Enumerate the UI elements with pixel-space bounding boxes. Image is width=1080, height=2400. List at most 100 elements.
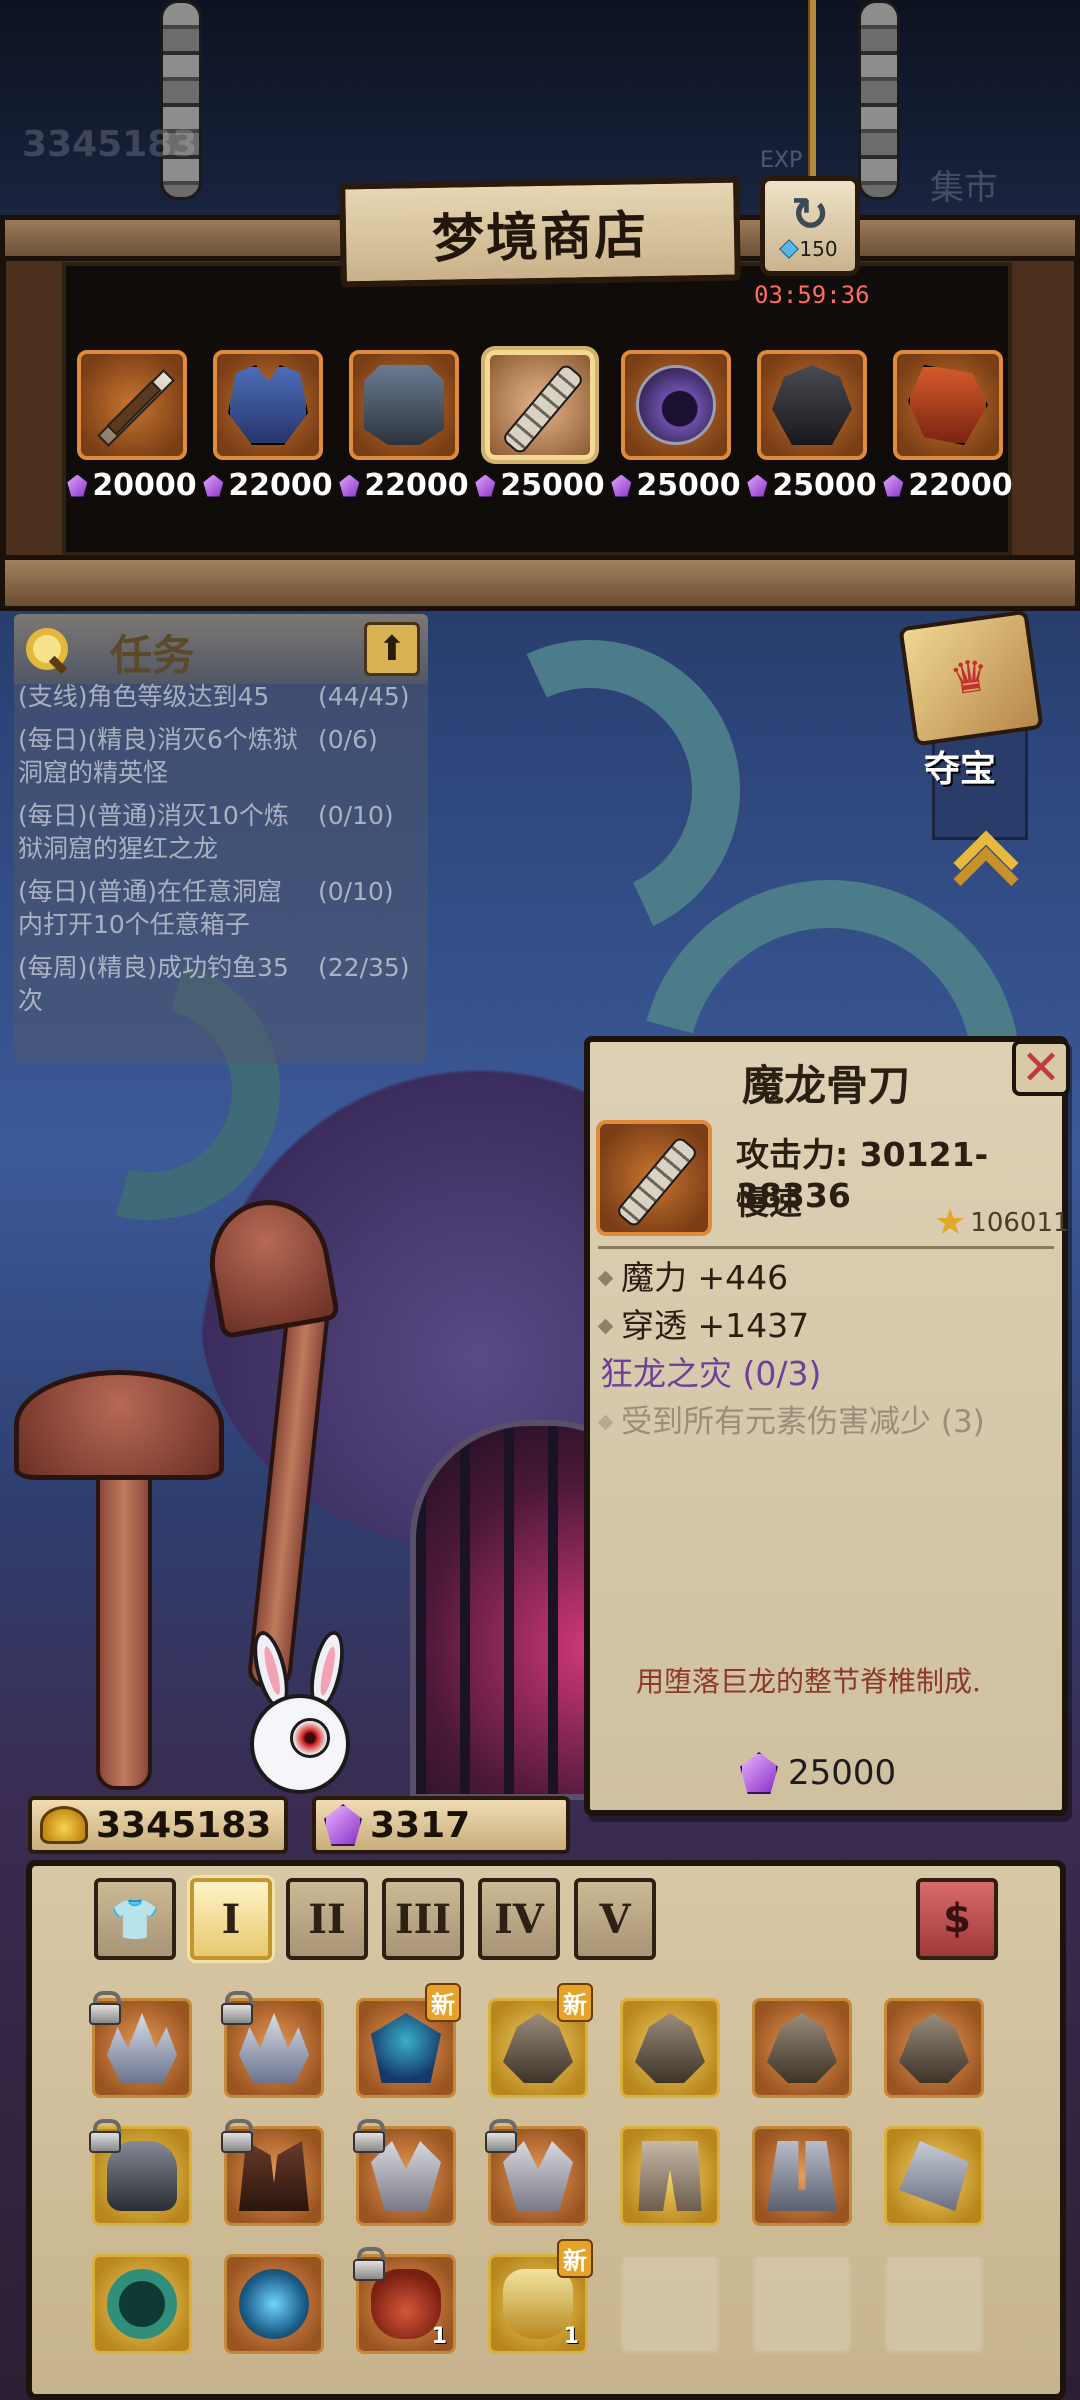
price-value: 25000 bbox=[636, 468, 741, 503]
mask-icon bbox=[371, 2013, 441, 2083]
quest-item[interactable]: (每日)(普通)在任意洞窟内打开10个任意箱子 (0/10) bbox=[18, 875, 428, 941]
inventory-slot[interactable] bbox=[752, 1998, 852, 2098]
chevron-up-icon[interactable] bbox=[946, 834, 1016, 880]
item-slot bbox=[893, 350, 1003, 460]
shop-item[interactable]: 25000 bbox=[747, 350, 877, 530]
inventory-slot[interactable] bbox=[353, 2119, 456, 2226]
tab-all-gear[interactable]: 👕 bbox=[94, 1878, 176, 1960]
collapse-up-button[interactable]: ⬆ bbox=[364, 622, 420, 676]
tab-tier-2[interactable]: II bbox=[286, 1878, 368, 1960]
inventory-slot[interactable] bbox=[89, 2119, 192, 2226]
gem-icon bbox=[883, 474, 904, 497]
inventory-slot[interactable] bbox=[884, 1998, 984, 2098]
item-score-value: 106011 bbox=[970, 1208, 1070, 1238]
refresh-button[interactable]: ↻ 150 bbox=[760, 176, 860, 276]
bullet-icon bbox=[597, 1270, 614, 1286]
gold-value: 3345183 bbox=[96, 1804, 272, 1846]
treasure-button[interactable]: 夺宝 bbox=[894, 609, 1064, 890]
set-bonus-text: 受到所有元素伤害减少 (3) bbox=[621, 1404, 985, 1440]
shop-item[interactable]: 20000 bbox=[67, 350, 197, 530]
inventory-slot[interactable] bbox=[92, 2254, 192, 2354]
inventory-grid: 新新1新1 bbox=[89, 1983, 1012, 2354]
gem-value: 3317 bbox=[370, 1804, 471, 1846]
tab-tier-4[interactable]: IV bbox=[478, 1878, 560, 1960]
inventory-empty-slot[interactable] bbox=[752, 2254, 852, 2354]
inventory-slot[interactable] bbox=[884, 2126, 984, 2226]
ring-icon bbox=[107, 2269, 177, 2339]
mushroom-cap bbox=[14, 1370, 224, 1480]
price-value: 25000 bbox=[500, 468, 605, 503]
gem-icon bbox=[339, 474, 360, 497]
item-price: 25000 bbox=[611, 468, 741, 503]
item-slot bbox=[621, 350, 731, 460]
shop-item[interactable]: 22000 bbox=[883, 350, 1013, 530]
item-quantity: 1 bbox=[431, 2324, 447, 2349]
inventory-slot[interactable]: 新1 bbox=[488, 2239, 593, 2354]
close-button[interactable]: ✕ bbox=[1012, 1040, 1070, 1096]
item-slot bbox=[349, 350, 459, 460]
quest-text: (支线)角色等级达到45 bbox=[18, 682, 270, 711]
quest-list: (支线)角色等级达到45 (44/45) (每日)(精良)消灭6个炼狱洞窟的精英… bbox=[18, 680, 428, 1027]
gold-ghost-text: 3345183 bbox=[22, 124, 198, 165]
shop-item[interactable]: 22000 bbox=[339, 350, 469, 530]
inventory-slot[interactable]: 1 bbox=[353, 2247, 456, 2354]
quest-item[interactable]: (每周)(精良)成功钓鱼35次 (22/35) bbox=[18, 951, 428, 1017]
lock-icon bbox=[89, 1991, 121, 2025]
item-slot bbox=[757, 350, 867, 460]
bullet-icon bbox=[597, 1414, 614, 1430]
divider bbox=[598, 1246, 1054, 1249]
price-value: 20000 bbox=[92, 468, 197, 503]
shop-item[interactable]: 25000 bbox=[611, 350, 741, 530]
shop-item-selected[interactable]: 25000 bbox=[475, 350, 605, 530]
inventory-empty-slot[interactable] bbox=[620, 2254, 720, 2354]
item-price: 25000 bbox=[475, 468, 605, 503]
tab-tier-1[interactable]: I bbox=[190, 1878, 272, 1960]
inventory-slot[interactable] bbox=[89, 1991, 192, 2098]
gold-counter: 3345183 bbox=[28, 1796, 288, 1854]
tab-tier-5[interactable]: V bbox=[574, 1878, 656, 1960]
inventory-empty-slot[interactable] bbox=[884, 2254, 984, 2354]
treasure-book-icon bbox=[898, 609, 1044, 747]
gem-icon bbox=[67, 474, 88, 497]
rabbit-character bbox=[240, 1627, 360, 1800]
lock-icon bbox=[353, 2247, 385, 2281]
inventory-slot[interactable] bbox=[485, 2119, 588, 2226]
shop-item[interactable]: 22000 bbox=[203, 350, 333, 530]
gem-icon bbox=[203, 474, 224, 497]
tab-tier-3[interactable]: III bbox=[382, 1878, 464, 1960]
mushroom-stem bbox=[96, 1430, 152, 1790]
set-bonus: 受到所有元素伤害减少 (3) bbox=[597, 1398, 1060, 1446]
inventory-slot[interactable] bbox=[221, 1991, 324, 2098]
lock-icon bbox=[221, 2119, 253, 2153]
item-slot bbox=[485, 350, 595, 460]
inventory-slot[interactable] bbox=[224, 2254, 324, 2354]
price-value: 22000 bbox=[228, 468, 333, 503]
inventory-slot[interactable] bbox=[620, 1998, 720, 2098]
quest-item[interactable]: (每日)(精良)消灭6个炼狱洞窟的精英怪 (0/6) bbox=[18, 723, 428, 789]
q-icon bbox=[767, 2013, 837, 2083]
sell-sort-button[interactable]: $ bbox=[916, 1878, 998, 1960]
inventory-slot[interactable]: 新 bbox=[356, 1983, 461, 2098]
price-value: 25000 bbox=[772, 468, 877, 503]
stat-text: 魔力 +446 bbox=[621, 1258, 789, 1297]
star-icon: ★ bbox=[934, 1202, 967, 1243]
potion-icon bbox=[503, 2269, 573, 2339]
arrow-up-icon: ⬆ bbox=[377, 629, 407, 669]
item-quantity: 1 bbox=[563, 2324, 579, 2349]
rope bbox=[808, 0, 816, 185]
quest-progress: (22/35) bbox=[318, 953, 410, 982]
inventory-slot[interactable]: 新 bbox=[488, 1983, 593, 2098]
shop-beam-bottom bbox=[0, 555, 1080, 611]
search-icon[interactable] bbox=[22, 624, 72, 674]
gem-icon bbox=[611, 474, 632, 497]
lock-icon bbox=[89, 2119, 121, 2153]
inventory-slot[interactable] bbox=[752, 2126, 852, 2226]
refresh-timer: 03:59:36 bbox=[754, 281, 870, 309]
quest-item[interactable]: (支线)角色等级达到45 (44/45) bbox=[18, 680, 428, 713]
buy-price-button[interactable]: 25000 bbox=[740, 1752, 896, 1794]
inventory-slot[interactable] bbox=[620, 2126, 720, 2226]
inventory-slot[interactable] bbox=[221, 2119, 324, 2226]
treasure-label: 夺宝 bbox=[924, 749, 997, 790]
quest-item[interactable]: (每日)(普通)消灭10个炼狱洞窟的猩红之龙 (0/10) bbox=[18, 799, 428, 865]
item-slot bbox=[77, 350, 187, 460]
